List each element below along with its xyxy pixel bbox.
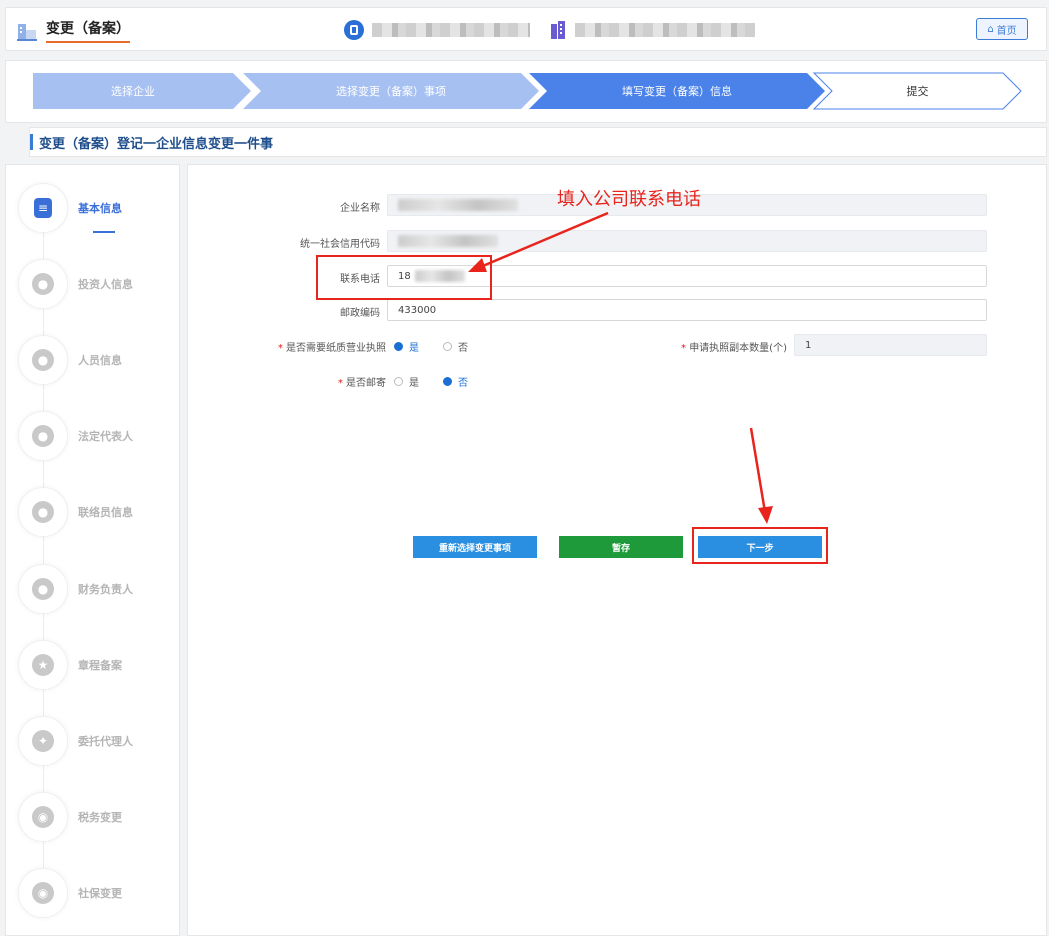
sidebar-item-social-security[interactable]: ◉ 社保变更: [18, 868, 122, 918]
mail-radio-group: 是 否: [394, 374, 492, 389]
sidebar-item-tax[interactable]: ◉ 税务变更: [18, 792, 122, 842]
copies-field: 1: [794, 334, 987, 356]
mail-label: * 是否邮寄: [300, 374, 386, 389]
people-icon: ●: [32, 349, 54, 371]
required-mark: *: [337, 378, 343, 389]
mail-label-text: 是否邮寄: [346, 378, 386, 389]
active-indicator: [93, 231, 115, 233]
postal-code-input[interactable]: 433000: [387, 299, 987, 321]
app-title-text: 变更（备案）: [46, 18, 130, 43]
mail-yes[interactable]: 是: [394, 374, 419, 389]
annotation-phone-box: [316, 255, 492, 300]
postal-value: 433000: [398, 304, 437, 316]
home-button-label: 首页: [996, 25, 1017, 37]
handshake-icon: ✦: [32, 730, 54, 752]
user-badge-icon: [344, 20, 364, 40]
radio-selected: [443, 377, 452, 386]
home-button[interactable]: ⌂ 首页: [976, 18, 1028, 40]
copies-label-text: 申请执照副本数量(个): [689, 343, 787, 354]
progress-steps: 选择企业 选择变更（备案）事项 填写变更（备案）信息 提交: [5, 60, 1047, 123]
tax-icon: ◉: [32, 806, 54, 828]
sidebar-item-liaison[interactable]: ● 联络员信息: [18, 487, 133, 537]
mail-no[interactable]: 否: [443, 374, 468, 389]
sidebar-item-label: 财务负责人: [78, 583, 133, 596]
required-mark: *: [681, 343, 686, 354]
paper-license-no[interactable]: 否: [443, 339, 468, 354]
document-icon: ≡: [34, 198, 52, 218]
credit-code-label: 统一社会信用代码: [300, 239, 380, 250]
paper-license-yes[interactable]: 是: [394, 339, 419, 354]
sidebar-item-finance[interactable]: ● 财务负责人: [18, 564, 133, 614]
option-label: 是: [409, 378, 419, 389]
paper-license-label-text: 是否需要纸质营业执照: [286, 343, 386, 354]
sidebar-item-label: 税务变更: [78, 811, 122, 824]
section-header: 变更（备案）登记一企业信息变更一件事: [29, 127, 1047, 157]
redacted-user-name: [372, 23, 530, 37]
top-header: 变更（备案） ⌂ 首页: [5, 7, 1047, 51]
investor-icon: ●: [32, 273, 54, 295]
option-label: 否: [458, 343, 468, 354]
copies-value: 1: [805, 339, 812, 351]
sidebar-item-label: 法定代表人: [78, 430, 133, 443]
finance-person-icon: ●: [32, 578, 54, 600]
sidebar-item-label: 社保变更: [78, 887, 122, 900]
credit-code-field: [387, 230, 987, 252]
paper-license-radio-group: 是 否: [394, 339, 492, 354]
user-info: [344, 20, 530, 40]
sidebar-item-basic-info[interactable]: ≡ 基本信息: [18, 183, 122, 233]
reselect-items-button[interactable]: 重新选择变更事项: [413, 536, 537, 558]
social-security-icon: ◉: [32, 882, 54, 904]
app-logo-icon: [17, 23, 37, 41]
radio-unselected: [394, 377, 403, 386]
sidebar-item-label: 联络员信息: [78, 506, 133, 519]
sidebar-item-label: 委托代理人: [78, 735, 133, 748]
shield-icon: ★: [32, 654, 54, 676]
annotation-text: 填入公司联系电话: [557, 189, 701, 210]
step-select-company: 选择企业: [111, 85, 155, 98]
sidebar-item-label: 投资人信息: [78, 278, 133, 291]
app-title: 变更（备案）: [16, 18, 130, 43]
sidebar-item-investor[interactable]: ● 投资人信息: [18, 259, 133, 309]
sidebar-item-personnel[interactable]: ● 人员信息: [18, 335, 122, 385]
option-label: 是: [409, 343, 419, 354]
home-icon: ⌂: [987, 23, 994, 35]
liaison-icon: ●: [32, 501, 54, 523]
building-icon: [551, 21, 565, 39]
sidebar-item-label: 人员信息: [78, 354, 122, 367]
sidebar-item-charter[interactable]: ★ 章程备案: [18, 640, 122, 690]
sidebar-item-legal-rep[interactable]: ● 法定代表人: [18, 411, 133, 461]
radio-unselected: [443, 342, 452, 351]
step-submit: 提交: [906, 85, 929, 98]
company-info: [549, 20, 755, 40]
paper-license-label: * 是否需要纸质营业执照: [240, 339, 386, 354]
sidebar: ≡ 基本信息 ● 投资人信息 ● 人员信息 ● 法定代表人 ● 联络员信息 ● …: [5, 164, 180, 936]
sidebar-item-label: 基本信息: [78, 202, 122, 215]
step-fill-info: 填写变更（备案）信息: [622, 85, 732, 98]
save-draft-button[interactable]: 暂存: [559, 536, 683, 558]
postal-label: 邮政编码: [340, 308, 380, 319]
legal-person-icon: ●: [32, 425, 54, 447]
required-mark: *: [277, 343, 283, 354]
redacted-company-name: [575, 23, 755, 37]
section-title: 变更（备案）登记一企业信息变更一件事: [39, 136, 274, 152]
sidebar-item-agent[interactable]: ✦ 委托代理人: [18, 716, 133, 766]
company-name-label: 企业名称: [340, 203, 380, 214]
redacted-credit-code-value: [398, 235, 498, 247]
radio-selected: [394, 342, 403, 351]
step-select-items: 选择变更（备案）事项: [336, 85, 446, 98]
redacted-company-name-value: [398, 199, 518, 211]
annotation-next-box: [692, 527, 828, 564]
section-accent: [30, 134, 33, 150]
sidebar-item-label: 章程备案: [78, 659, 122, 672]
copies-label: * 申请执照副本数量(个): [660, 339, 787, 354]
option-label: 否: [458, 378, 468, 389]
